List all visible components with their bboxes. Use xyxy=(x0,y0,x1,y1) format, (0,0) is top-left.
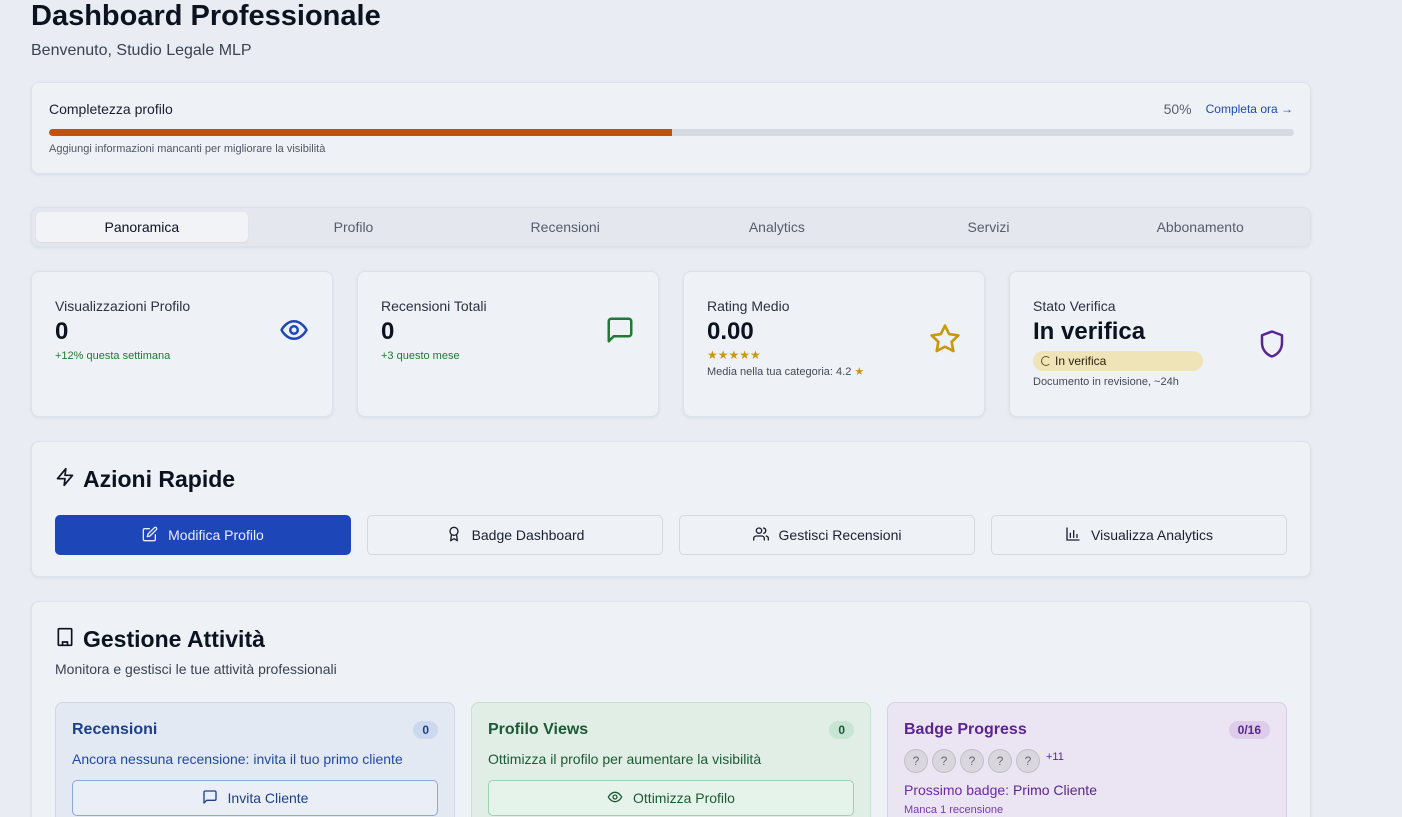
stat-trend: +12% questa settimana xyxy=(55,350,171,362)
stars-glyphs: ★★★★★ xyxy=(707,348,761,362)
badge-missing-note: Manca 1 recensione xyxy=(904,804,1004,816)
views-card-title: Profilo Views xyxy=(488,721,589,738)
reviews-activity-card: Recensioni 0 Ancora nessuna recensione: … xyxy=(55,702,455,817)
badge-circles: ? ? ? ? ? +11 xyxy=(904,749,1270,773)
tab-panoramica[interactable]: Panoramica xyxy=(36,212,248,242)
quick-actions-title: Azioni Rapide xyxy=(55,466,1287,493)
completeness-hint: Aggiungi informazioni mancanti per migli… xyxy=(49,143,326,155)
edit-icon xyxy=(142,526,158,545)
badge-count-badge: 0/16 xyxy=(1228,721,1270,739)
stat-card-reviews: Recensioni Totali 0 +3 questo mese xyxy=(357,271,659,417)
profile-views-card: Profilo Views 0 Ottimizza il profilo per… xyxy=(471,702,871,817)
stat-trend: +3 questo mese xyxy=(381,350,460,362)
complete-now-link[interactable]: Completa ora → xyxy=(1206,102,1293,116)
dashboard-page: Dashboard Professionale Benvenuto, Studi… xyxy=(31,0,1311,817)
tab-abbonamento[interactable]: Abbonamento xyxy=(1094,212,1306,242)
optimize-profile-button[interactable]: Ottimizza Profilo xyxy=(488,780,854,816)
eye-icon xyxy=(607,789,623,808)
stat-card-rating: Rating Medio 0.00 ★★★★★ Media nella tua … xyxy=(683,271,985,417)
stat-label: Visualizzazioni Profilo xyxy=(55,298,191,314)
stat-value: 0 xyxy=(55,318,69,345)
award-icon xyxy=(446,526,462,545)
locked-badge-icon: ? xyxy=(1016,749,1040,773)
views-count-badge: 0 xyxy=(829,721,854,739)
views-card-text: Ottimizza il profilo per aumentare la vi… xyxy=(488,751,762,767)
stat-card-verification: Stato Verifica In verifica In verifica D… xyxy=(1009,271,1311,417)
quick-actions-heading: Azioni Rapide xyxy=(83,466,236,492)
activity-management-title: Gestione Attività xyxy=(55,626,1287,653)
locked-badge-icon: ? xyxy=(904,749,928,773)
users-icon xyxy=(752,526,769,545)
message-square-icon xyxy=(605,315,635,350)
manage-reviews-button[interactable]: Gestisci Recensioni xyxy=(679,515,975,555)
tab-servizi[interactable]: Servizi xyxy=(883,212,1095,242)
dashboard-tabs: Panoramica Profilo Recensioni Analytics … xyxy=(31,207,1311,247)
reviews-count-badge: 0 xyxy=(413,721,438,739)
invite-client-label: Invita Cliente xyxy=(227,790,309,806)
building-icon xyxy=(55,626,75,653)
optimize-profile-label: Ottimizza Profilo xyxy=(633,790,735,806)
edit-profile-button[interactable]: Modifica Profilo xyxy=(55,515,351,555)
view-analytics-label: Visualizza Analytics xyxy=(1091,527,1213,543)
badge-dashboard-button[interactable]: Badge Dashboard xyxy=(367,515,663,555)
page-title: Dashboard Professionale xyxy=(31,0,381,32)
locked-badge-icon: ? xyxy=(988,749,1012,773)
stat-label: Recensioni Totali xyxy=(381,298,487,314)
verification-note: Documento in revisione, ~24h xyxy=(1033,376,1179,388)
stat-value: 0.00 xyxy=(707,318,754,345)
completeness-label: Completezza profilo xyxy=(49,101,173,117)
stat-label: Rating Medio xyxy=(707,298,790,314)
bar-chart-icon xyxy=(1065,526,1081,545)
activity-management-subtitle: Monitora e gestisci le tue attività prof… xyxy=(55,661,337,677)
tab-profilo[interactable]: Profilo xyxy=(248,212,460,242)
stats-row: Visualizzazioni Profilo 0 +12% questa se… xyxy=(31,271,1311,417)
badge-card-title: Badge Progress xyxy=(904,721,1027,738)
verification-badge-label: In verifica xyxy=(1055,354,1107,368)
invite-client-button[interactable]: Invita Cliente xyxy=(72,780,438,816)
next-badge-label: Prossimo badge: xyxy=(904,782,1010,798)
category-average-text: Media nella tua categoria: 4.2 xyxy=(707,366,852,378)
page-subtitle: Benvenuto, Studio Legale MLP xyxy=(31,42,252,59)
completeness-progress-bar xyxy=(49,129,1294,136)
category-average: Media nella tua categoria: 4.2 ★ xyxy=(707,365,961,378)
next-badge: Prossimo badge: Primo Cliente xyxy=(904,782,1270,798)
more-badges-count: +11 xyxy=(1046,751,1064,763)
stat-value: 0 xyxy=(381,318,395,345)
locked-badge-icon: ? xyxy=(960,749,984,773)
rating-stars: ★★★★★ xyxy=(707,349,961,361)
loader-icon xyxy=(1041,356,1051,366)
activity-management-card: Gestione Attività Monitora e gestisci le… xyxy=(31,601,1311,817)
locked-badge-icon: ? xyxy=(932,749,956,773)
profile-completeness-card: Completezza profilo 50% Completa ora → A… xyxy=(31,82,1311,174)
badge-dashboard-label: Badge Dashboard xyxy=(471,527,585,543)
next-badge-name: Primo Cliente xyxy=(1012,782,1097,798)
manage-reviews-label: Gestisci Recensioni xyxy=(778,527,902,543)
message-icon xyxy=(202,789,218,808)
tab-recensioni[interactable]: Recensioni xyxy=(459,212,671,242)
tab-analytics[interactable]: Analytics xyxy=(671,212,883,242)
completeness-progress-fill xyxy=(49,129,672,136)
verification-status-badge: In verifica xyxy=(1033,351,1203,371)
view-analytics-button[interactable]: Visualizza Analytics xyxy=(991,515,1287,555)
stat-card-views: Visualizzazioni Profilo 0 +12% questa se… xyxy=(31,271,333,417)
edit-profile-label: Modifica Profilo xyxy=(168,527,264,543)
quick-actions-card: Azioni Rapide Modifica Profilo Badge Das… xyxy=(31,441,1311,577)
reviews-card-title: Recensioni xyxy=(72,721,158,738)
stat-value: In verifica xyxy=(1033,318,1146,345)
reviews-card-text: Ancora nessuna recensione: invita il tuo… xyxy=(72,751,403,767)
eye-icon xyxy=(279,315,309,350)
activity-management-heading: Gestione Attività xyxy=(83,626,265,652)
small-star-icon: ★ xyxy=(854,366,865,378)
stat-label: Stato Verifica xyxy=(1033,298,1116,314)
badge-progress-card: Badge Progress 0/16 ? ? ? ? ? +11 Prossi… xyxy=(887,702,1287,817)
lightning-icon xyxy=(55,466,75,493)
completeness-percent: 50% xyxy=(1163,101,1192,117)
shield-icon xyxy=(1257,328,1287,365)
star-icon xyxy=(929,323,961,360)
